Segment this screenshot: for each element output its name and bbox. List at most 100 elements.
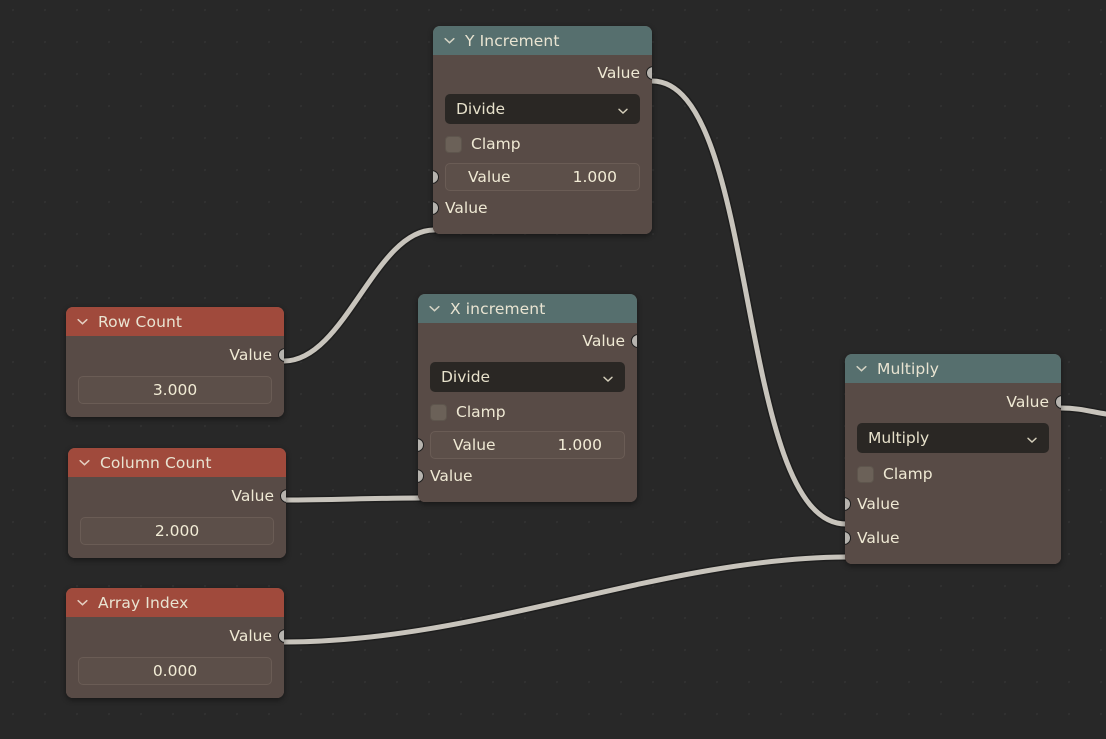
input-socket-value-a[interactable] xyxy=(433,170,439,184)
link-multiply-output-offscreen-outline xyxy=(1057,404,1106,418)
node-header-array-index[interactable]: Array Index xyxy=(66,588,284,617)
clamp-checkbox[interactable] xyxy=(857,465,874,483)
node-title: Column Count xyxy=(100,453,212,472)
input-label-value: Value xyxy=(430,467,473,485)
clamp-checkbox[interactable] xyxy=(430,403,447,421)
clamp-label: Clamp xyxy=(883,465,933,483)
value-field[interactable]: 3.000 xyxy=(78,376,272,404)
operation-dropdown-wrap: Divide xyxy=(433,91,652,127)
node-body-column-count: Value 2.000 xyxy=(68,477,286,558)
output-socket-value[interactable] xyxy=(646,66,652,80)
input-socket-row-value: Value xyxy=(418,460,637,492)
operation-dropdown-value: Divide xyxy=(441,368,491,386)
output-socket-value[interactable] xyxy=(280,489,286,503)
node-multiply[interactable]: Multiply Value Multiply Clamp Value Valu… xyxy=(845,354,1061,564)
node-header-x-increment[interactable]: X increment xyxy=(418,294,637,323)
clamp-label: Clamp xyxy=(471,135,521,153)
output-label-value: Value xyxy=(229,346,272,364)
operation-dropdown-value: Multiply xyxy=(868,429,930,447)
chevron-down-icon[interactable] xyxy=(855,362,868,375)
clamp-checkbox-row[interactable]: Clamp xyxy=(845,461,1061,487)
value-field[interactable]: 2.000 xyxy=(80,517,274,545)
node-header-y-increment[interactable]: Y Increment xyxy=(433,26,652,55)
value-field-wrap: 3.000 xyxy=(66,374,284,407)
clamp-checkbox-row[interactable]: Clamp xyxy=(433,131,652,157)
link-y-increment-to-multiply-outline xyxy=(648,77,850,528)
link-row-count-to-y-increment xyxy=(281,227,437,364)
input-value-field-value: 1.000 xyxy=(557,436,602,454)
output-label-value: Value xyxy=(582,332,625,350)
operation-dropdown[interactable]: Multiply xyxy=(857,423,1049,453)
output-socket-value[interactable] xyxy=(278,629,284,643)
input-value-field-row: Value 1.000 xyxy=(418,430,637,460)
input-value-field-name: Value xyxy=(453,436,496,454)
node-body-x-increment: Value Divide Clamp Value 1.000 Value xyxy=(418,323,637,502)
input-label-value-2: Value xyxy=(857,528,900,547)
input-label-value: Value xyxy=(445,199,488,217)
operation-dropdown-wrap: Multiply xyxy=(845,420,1061,456)
value-field-wrap: 0.000 xyxy=(66,655,284,688)
output-socket-value[interactable] xyxy=(1055,395,1061,409)
input-value-field-name: Value xyxy=(468,168,511,186)
chevron-down-icon[interactable] xyxy=(428,302,441,315)
node-title: X increment xyxy=(450,299,546,318)
node-row-count[interactable]: Row Count Value 3.000 xyxy=(66,307,284,417)
node-header-column-count[interactable]: Column Count xyxy=(68,448,286,477)
chevron-down-icon xyxy=(1026,432,1038,444)
node-header-row-count[interactable]: Row Count xyxy=(66,307,284,336)
output-label-value: Value xyxy=(231,487,274,505)
node-editor-canvas[interactable]: Y Increment Value Divide Clamp Value 1.0… xyxy=(0,0,1106,739)
link-multiply-output-offscreen xyxy=(1058,405,1106,417)
node-header-multiply[interactable]: Multiply xyxy=(845,354,1061,383)
node-title: Y Increment xyxy=(465,31,560,50)
chevron-down-icon[interactable] xyxy=(78,456,91,469)
operation-dropdown[interactable]: Divide xyxy=(445,94,640,124)
input-socket-value-b[interactable] xyxy=(418,469,424,483)
link-y-increment-to-multiply xyxy=(649,78,849,527)
output-socket-row-value: Value xyxy=(433,55,652,91)
node-array-index[interactable]: Array Index Value 0.000 xyxy=(66,588,284,698)
input-socket-value-2[interactable] xyxy=(845,530,851,545)
output-socket-value[interactable] xyxy=(631,334,637,348)
input-label-value-1: Value xyxy=(857,495,900,513)
link-array-index-to-multiply xyxy=(281,554,849,645)
output-socket-value[interactable] xyxy=(278,348,284,362)
input-socket-value-a[interactable] xyxy=(418,438,424,452)
node-y-increment[interactable]: Y Increment Value Divide Clamp Value 1.0… xyxy=(433,26,652,234)
operation-dropdown-wrap: Divide xyxy=(418,359,637,395)
chevron-down-icon[interactable] xyxy=(76,596,89,609)
output-label-value: Value xyxy=(229,627,272,645)
node-body-multiply: Value Multiply Clamp Value Value xyxy=(845,383,1061,564)
output-label-value: Value xyxy=(597,64,640,82)
chevron-down-icon xyxy=(602,371,614,383)
chevron-down-icon[interactable] xyxy=(443,34,456,47)
value-field[interactable]: 0.000 xyxy=(78,657,272,685)
input-value-field-row: Value 1.000 xyxy=(433,162,652,192)
node-x-increment[interactable]: X increment Value Divide Clamp Value 1.0… xyxy=(418,294,637,502)
input-value-field[interactable]: Value 1.000 xyxy=(445,163,640,191)
output-socket-row-value: Value xyxy=(68,477,286,515)
link-column-count-to-x-increment-outline xyxy=(281,494,423,504)
value-field-value: 3.000 xyxy=(152,381,198,399)
input-value-field-value: 1.000 xyxy=(572,168,617,186)
output-socket-row-value: Value xyxy=(66,617,284,655)
value-field-value: 0.000 xyxy=(152,662,198,680)
node-body-row-count: Value 3.000 xyxy=(66,336,284,417)
output-socket-row-value: Value xyxy=(418,323,637,359)
output-socket-row-value: Value xyxy=(66,336,284,374)
link-row-count-to-y-increment-outline xyxy=(280,226,438,365)
link-column-count-to-x-increment xyxy=(282,495,422,503)
clamp-checkbox[interactable] xyxy=(445,135,462,153)
chevron-down-icon[interactable] xyxy=(76,315,89,328)
node-body-y-increment: Value Divide Clamp Value 1.000 Value xyxy=(433,55,652,234)
clamp-checkbox-row[interactable]: Clamp xyxy=(418,399,637,425)
input-socket-value-b[interactable] xyxy=(433,201,439,215)
input-value-field[interactable]: Value 1.000 xyxy=(430,431,625,459)
input-socket-row-value-2: Value xyxy=(845,521,1061,554)
link-array-index-to-multiply-outline xyxy=(280,553,850,646)
node-column-count[interactable]: Column Count Value 2.000 xyxy=(68,448,286,558)
operation-dropdown[interactable]: Divide xyxy=(430,362,625,392)
input-socket-value-1[interactable] xyxy=(845,497,851,511)
value-field-wrap: 2.000 xyxy=(68,515,286,548)
node-title: Multiply xyxy=(877,359,940,378)
